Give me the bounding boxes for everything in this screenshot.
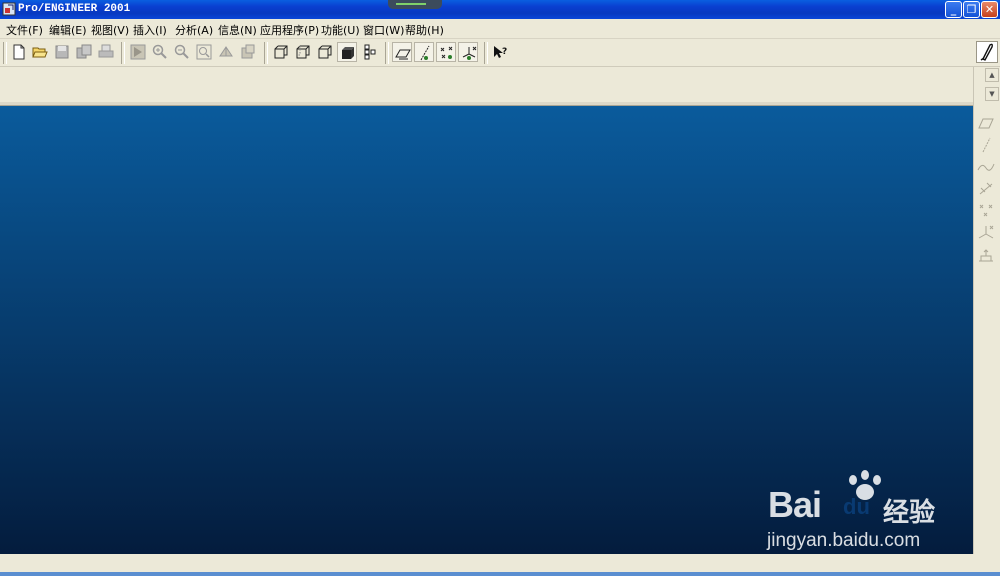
toolbar-separator	[484, 42, 488, 64]
top-grab-handle[interactable]	[388, 0, 442, 9]
menu-applications[interactable]: 应用程序(P)	[260, 22, 319, 38]
orient-icon	[219, 46, 233, 57]
menu-utilities[interactable]: 功能(U)	[321, 22, 360, 38]
title-bar: Pro/ENGINEER 2001 _ ❐ ✕	[0, 0, 1000, 19]
window-title: Pro/ENGINEER 2001	[18, 3, 131, 15]
sketch-pen-icon	[980, 43, 993, 61]
watermark-url: jingyan.baidu.com	[767, 530, 921, 551]
coordinate-systems-icon	[462, 46, 477, 60]
datum-point-tool[interactable]	[977, 180, 995, 198]
menu-window[interactable]: 窗口(W)	[363, 22, 404, 38]
datum-point-offset-icon	[979, 204, 993, 217]
datum-point-offset-tool[interactable]	[977, 202, 995, 220]
menu-help[interactable]: 帮助(H)	[405, 22, 444, 38]
menu-bar: 文件(F) 编辑(E) 视图(V) 插入(I) 分析(A) 信息(N) 应用程序…	[0, 19, 1000, 39]
menu-analysis[interactable]: 分析(A)	[175, 22, 213, 38]
datum-curve-tool-icon	[977, 163, 995, 171]
svg-text:?: ?	[502, 47, 507, 57]
toolbar-separator	[264, 42, 268, 64]
restore-button[interactable]: ❐	[963, 1, 980, 18]
menu-file[interactable]: 文件(F)	[6, 22, 43, 38]
saved-views-button[interactable]	[238, 42, 258, 62]
new-file-button[interactable]	[9, 42, 29, 62]
menu-edit[interactable]: 编辑(E)	[49, 22, 87, 38]
toolbar-separator	[121, 42, 125, 64]
datum-plane-tool[interactable]	[977, 114, 995, 132]
hidden-line-button[interactable]	[293, 42, 313, 62]
analysis-feature-icon	[979, 249, 993, 262]
print-icon	[98, 44, 114, 58]
coordinate-systems-toggle[interactable]	[458, 42, 478, 62]
watermark-brand: Bai	[768, 484, 822, 525]
save-button[interactable]	[52, 42, 72, 62]
scroll-up-arrow[interactable]: ▲	[985, 68, 999, 82]
datum-points-toggle[interactable]	[436, 42, 456, 62]
datum-points-icon	[440, 46, 453, 59]
open-button[interactable]	[30, 42, 50, 62]
repaint-button[interactable]	[128, 42, 148, 62]
menu-view[interactable]: 视图(V)	[91, 22, 129, 38]
coordinate-system-tool[interactable]	[977, 224, 995, 242]
menu-insert[interactable]: 插入(I)	[133, 22, 167, 38]
hidden-line-icon	[296, 45, 310, 59]
main-toolbar: ?	[0, 39, 1000, 67]
zoom-out-icon	[174, 44, 189, 59]
sketcher-button[interactable]	[976, 41, 998, 63]
secondary-toolbar-area	[0, 67, 1000, 102]
save-icon	[55, 45, 69, 59]
minimize-icon: _	[950, 3, 957, 16]
zoom-in-icon	[152, 44, 167, 59]
wireframe-icon	[274, 45, 288, 59]
datum-axis-tool[interactable]	[977, 136, 995, 154]
saved-views-icon	[241, 44, 255, 59]
no-hidden-icon	[318, 45, 332, 59]
open-folder-icon	[32, 47, 48, 58]
model-tree-icon	[364, 44, 376, 60]
repaint-icon	[130, 44, 146, 60]
menu-info[interactable]: 信息(N)	[218, 22, 257, 38]
no-hidden-button[interactable]	[315, 42, 335, 62]
datum-planes-toggle[interactable]	[392, 42, 412, 62]
close-icon: ✕	[984, 3, 995, 16]
datum-point-tool-icon	[979, 182, 993, 195]
toolbar-grip	[3, 42, 7, 64]
datum-planes-icon	[395, 49, 411, 60]
print-button[interactable]	[96, 42, 116, 62]
refit-button[interactable]	[194, 42, 214, 62]
datum-axes-toggle[interactable]	[414, 42, 434, 62]
coordinate-system-tool-icon	[978, 225, 994, 239]
shaded-icon	[342, 47, 354, 59]
proe-app-icon[interactable]	[2, 2, 16, 16]
refit-icon	[196, 44, 212, 60]
analysis-feature-tool[interactable]	[977, 246, 995, 264]
minimize-button[interactable]: _	[945, 1, 962, 18]
new-file-icon	[13, 44, 25, 60]
wireframe-button[interactable]	[271, 42, 291, 62]
save-copy-icon	[76, 44, 92, 59]
model-tree-button[interactable]	[360, 42, 380, 62]
context-help-button[interactable]: ?	[490, 42, 510, 62]
datum-curve-tool[interactable]	[977, 158, 995, 176]
close-button[interactable]: ✕	[981, 1, 998, 18]
watermark-du: du	[843, 494, 870, 519]
context-help-icon: ?	[494, 46, 507, 58]
restore-icon: ❐	[966, 3, 977, 16]
shaded-button[interactable]	[337, 42, 357, 62]
datum-plane-tool-icon	[978, 118, 994, 129]
zoom-out-button[interactable]	[172, 42, 192, 62]
zoom-in-button[interactable]	[150, 42, 170, 62]
toolbar-separator	[385, 42, 389, 64]
scroll-down-arrow[interactable]: ▼	[985, 87, 999, 101]
datum-axis-tool-icon	[982, 137, 991, 153]
watermark-jingyan: 经验	[883, 497, 936, 527]
status-bar-edge	[0, 572, 1000, 576]
orient-button[interactable]	[216, 42, 236, 62]
save-copy-button[interactable]	[74, 42, 94, 62]
datum-axes-icon	[420, 45, 430, 61]
